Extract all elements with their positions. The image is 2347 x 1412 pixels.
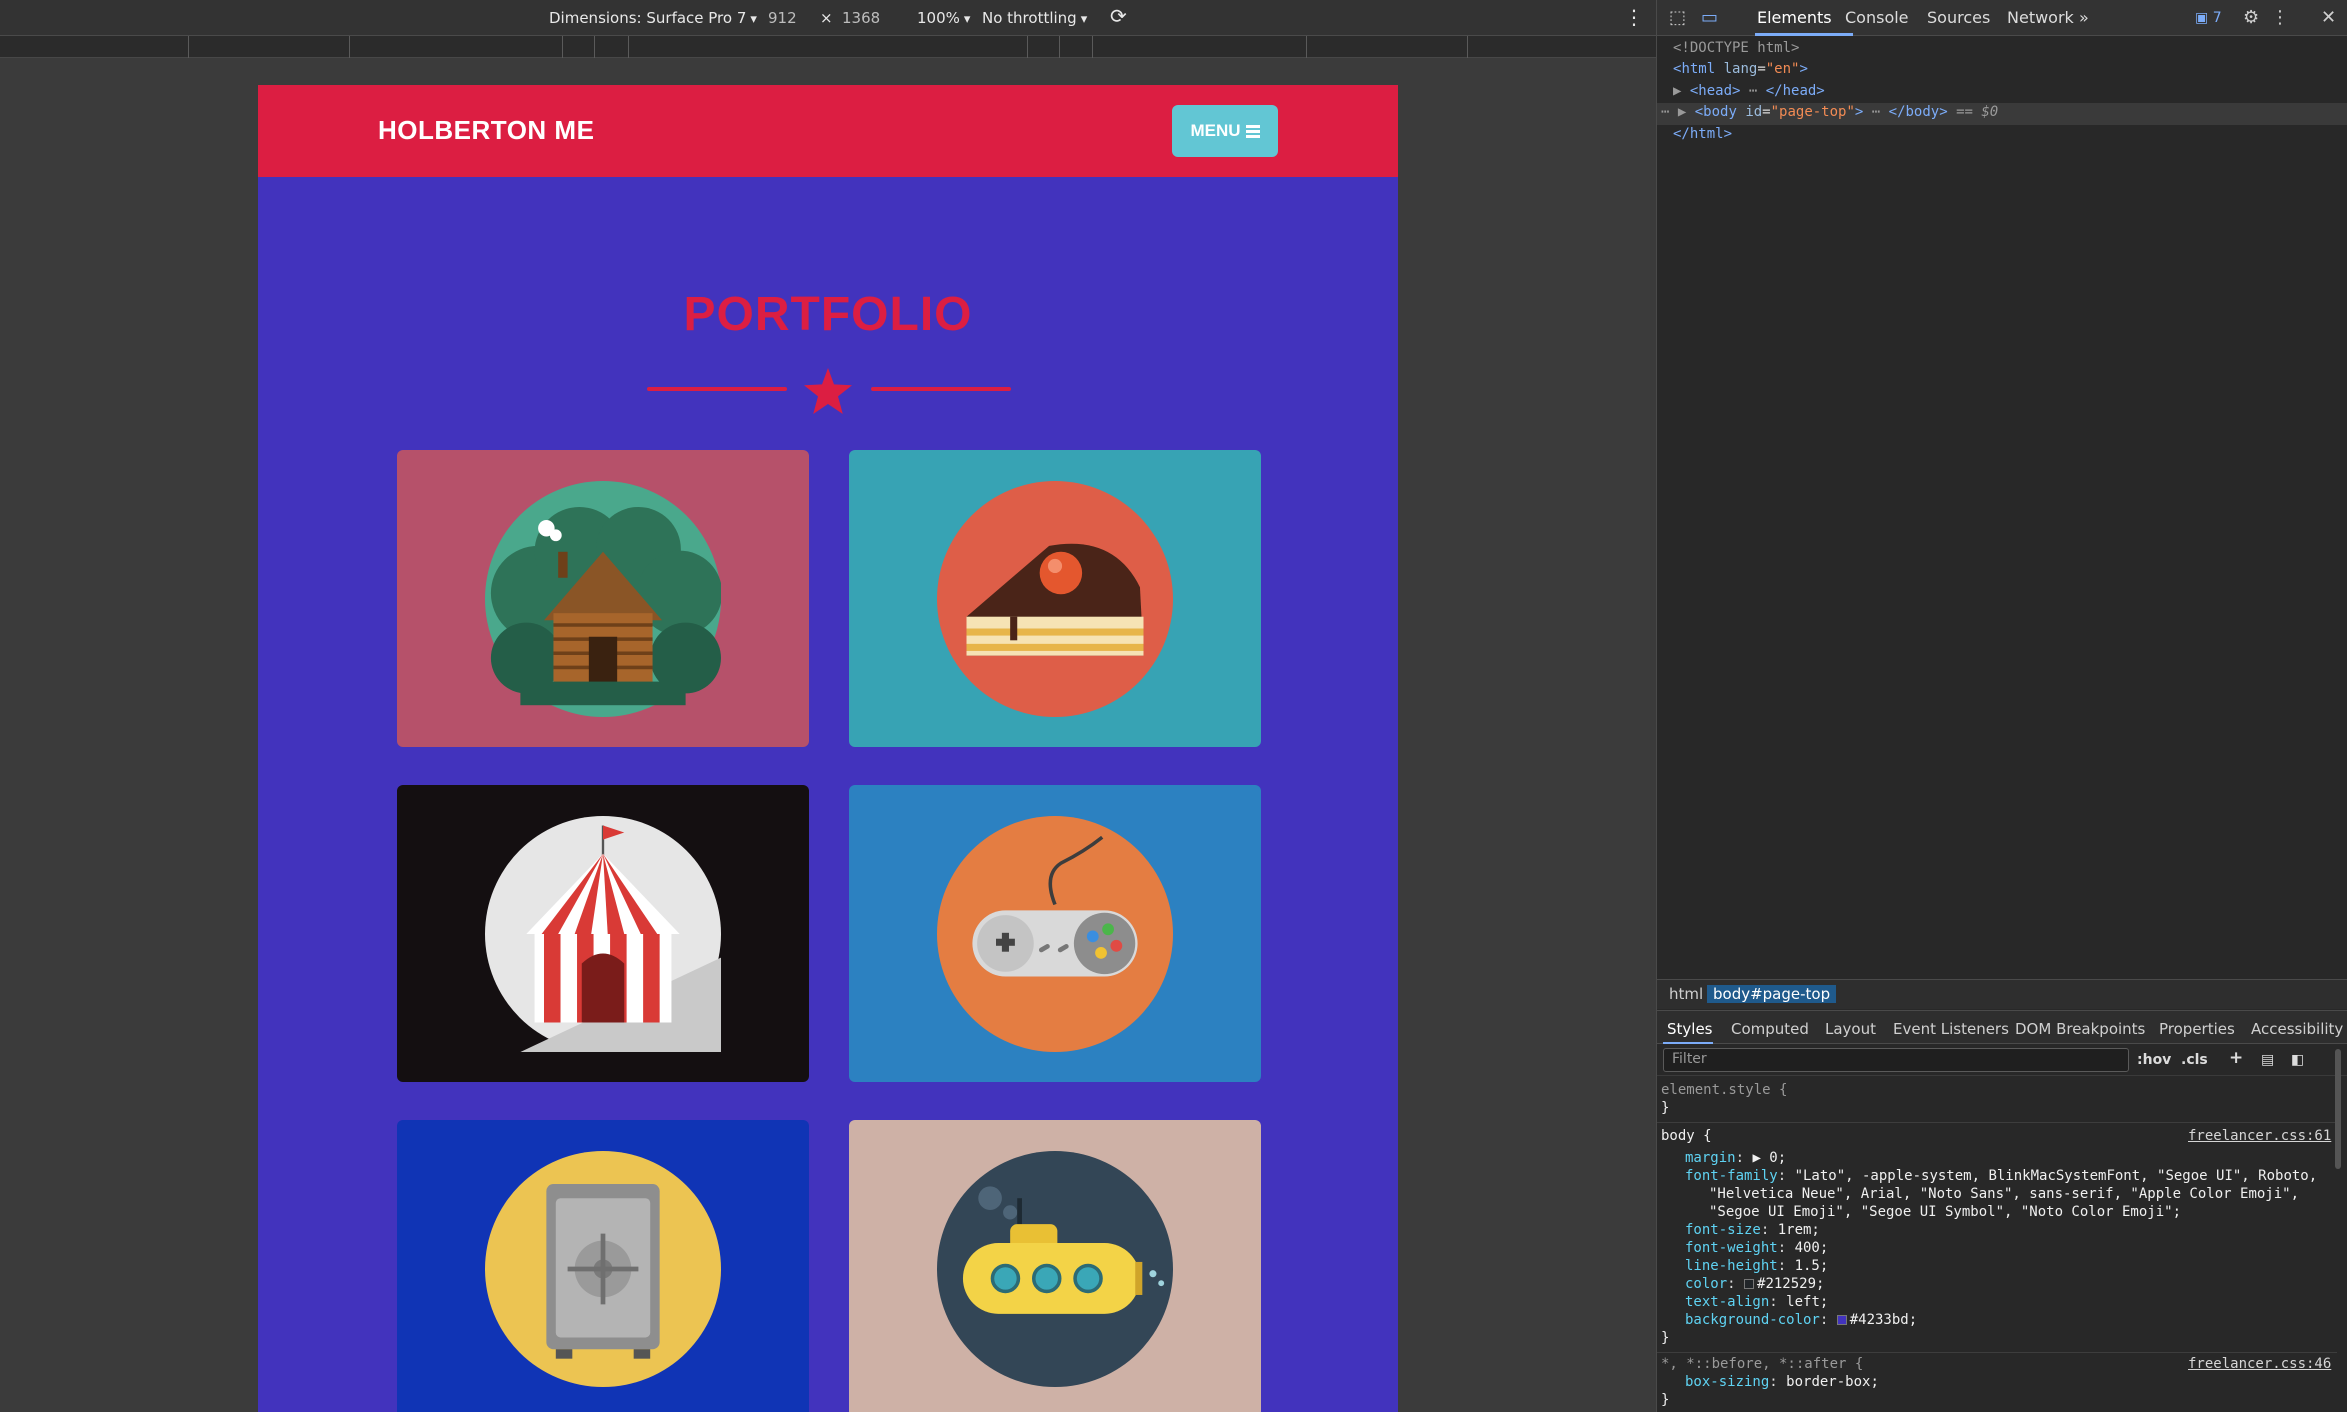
more-tabs-icon[interactable]: » [2079,8,2089,27]
zoom-dropdown[interactable]: 100% [917,9,970,27]
customize-icon[interactable]: ⋮ [2271,7,2289,28]
decl-box-sizing[interactable]: box-sizing: border-box; [1685,1374,1879,1390]
tab-event-listeners[interactable]: Event Listeners [1893,1020,2009,1038]
devtools-tabbar: ⬚ ▭ Elements Console Sources Network » ▣… [1657,0,2347,36]
decl-line-height[interactable]: line-height: 1.5; [1685,1258,1828,1274]
bg-color-swatch[interactable] [1836,1315,1847,1325]
page-viewport: HOLBERTON ME MENU PORTFOLIO [258,85,1398,1412]
settings-gear-icon[interactable]: ⚙ [2243,7,2259,28]
paint-icon[interactable]: ▤ [2261,1052,2274,1068]
doctype-node[interactable]: <!DOCTYPE html> [1673,40,1799,56]
decl-font-family-cont-2: "Segoe UI Emoji", "Segoe UI Symbol", "No… [1709,1204,2182,1220]
tab-network[interactable]: Network [2007,8,2074,27]
tab-styles[interactable]: Styles [1667,1020,1713,1038]
controller-icon [937,816,1173,1052]
sidebar-toggle-icon[interactable]: ◧ [2291,1052,2304,1068]
divider-left [647,387,787,391]
navbar: HOLBERTON ME MENU [258,85,1398,177]
menu-button[interactable]: MENU [1172,105,1278,157]
portfolio-item-submarine[interactable] [849,1120,1261,1412]
width-input[interactable]: 912 [768,9,797,27]
portfolio-item-circus[interactable] [397,785,809,1082]
styles-filter-input[interactable]: Filter [1663,1048,2129,1072]
cabin-icon [485,481,721,717]
tab-layout[interactable]: Layout [1825,1020,1876,1038]
devtools-panel: ⬚ ▭ Elements Console Sources Network » ▣… [1656,0,2347,1412]
decl-text-align[interactable]: text-align: left; [1685,1294,1828,1310]
height-input[interactable]: 1368 [842,9,880,27]
rule-close: } [1661,1100,1670,1116]
issues-count: 7 [2212,10,2222,26]
tab-properties[interactable]: Properties [2159,1020,2235,1038]
html-node[interactable]: <html lang="en"> [1673,61,1808,77]
decl-color[interactable]: color: #212529; [1685,1276,1824,1292]
body-rule-selector[interactable]: body { [1661,1128,1712,1144]
class-toggle[interactable]: .cls [2181,1052,2208,1068]
active-tab-indicator [1755,33,1853,36]
circus-tent-icon [485,816,721,1052]
crumb-body[interactable]: body#page-top [1707,985,1837,1003]
portfolio-item-cake[interactable] [849,450,1261,747]
decl-font-weight[interactable]: font-weight: 400; [1685,1240,1828,1256]
safe-icon [485,1151,721,1387]
decl-font-size[interactable]: font-size: 1rem; [1685,1222,1820,1238]
star-icon [804,368,852,414]
issues-badge[interactable]: ▣ 7 [2195,10,2222,26]
body-rule-source-link[interactable]: freelancer.css:61 [2188,1128,2331,1144]
head-node[interactable]: ▶ <head> ⋯ </head> [1673,83,1825,99]
tab-dom-breakpoints[interactable]: DOM Breakpoints [2015,1020,2145,1038]
styles-tabbar: Styles Computed Layout Event Listeners D… [1657,1010,2347,1045]
tab-sources[interactable]: Sources [1927,8,1990,27]
inspect-element-icon[interactable]: ⬚ [1669,7,1686,28]
decl-margin[interactable]: margin: ▶ 0; [1685,1150,1786,1166]
submarine-icon [937,1151,1173,1387]
brand-link[interactable]: HOLBERTON ME [378,115,594,146]
tab-computed[interactable]: Computed [1731,1020,1809,1038]
color-swatch[interactable] [1744,1279,1755,1289]
device-toggle-icon[interactable]: ▭ [1701,7,1718,28]
tab-console[interactable]: Console [1845,8,1909,27]
tab-elements[interactable]: Elements [1757,8,1832,27]
universal-rule-selector[interactable]: *, *::before, *::after { [1661,1356,1863,1372]
crumb-html[interactable]: html [1663,985,1709,1003]
portfolio-item-safe[interactable] [397,1120,809,1412]
tab-accessibility[interactable]: Accessibility [2251,1020,2343,1038]
browser-window: Dimensions: Surface Pro 7 912 × 1368 100… [0,0,2347,1412]
universal-rule-source-link[interactable]: freelancer.css:46 [2188,1356,2331,1372]
dimensions-dropdown[interactable]: Dimensions: Surface Pro 7 [549,9,757,27]
styles-filter-row: Filter :hov .cls + ▤ ◧ [1657,1044,2347,1076]
menu-label: MENU [1190,121,1241,140]
decl-font-family[interactable]: font-family: "Lato", -apple-system, Blin… [1685,1168,2317,1184]
device-toolbar: Dimensions: Surface Pro 7 912 × 1368 100… [0,0,1656,36]
page-title: PORTFOLIO [683,288,973,341]
hover-state-toggle[interactable]: :hov [2137,1052,2171,1068]
element-style-rule[interactable]: element.style { [1661,1082,1787,1098]
cake-icon [937,481,1173,717]
decl-font-family-cont-1: "Helvetica Neue", Arial, "Noto Sans", sa… [1709,1186,2300,1202]
media-query-ruler [0,36,1656,58]
hamburger-icon [1245,125,1260,138]
dimension-separator: × [820,9,833,27]
portfolio-item-controller[interactable] [849,785,1261,1082]
breadcrumb: html body#page-top [1657,979,2347,1009]
throttling-dropdown[interactable]: No throttling [982,9,1087,27]
universal-rule-close: } [1661,1392,1670,1408]
html-close-node[interactable]: </html> [1673,126,1732,142]
rotate-icon[interactable]: ⟳ [1110,4,1127,28]
add-rule-icon[interactable]: + [2229,1048,2243,1068]
styles-scrollbar[interactable] [2335,1049,2341,1169]
divider-right [871,387,1011,391]
close-icon[interactable]: ✕ [2321,7,2336,28]
body-rule-close: } [1661,1330,1670,1346]
more-options-icon[interactable]: ⋮ [1624,5,1644,29]
decl-background-color[interactable]: background-color: #4233bd; [1685,1312,1917,1328]
portfolio-item-cabin[interactable] [397,450,809,747]
body-node[interactable]: ⋯ ▶ <body id="page-top"> ⋯ </body> == $0 [1661,104,1998,120]
